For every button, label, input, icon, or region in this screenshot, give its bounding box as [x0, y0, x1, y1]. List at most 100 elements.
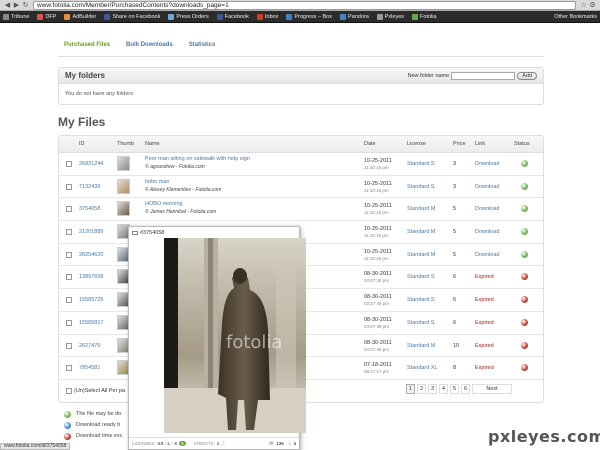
- file-license-link[interactable]: Standard S: [407, 161, 435, 167]
- file-license-link[interactable]: Standard S: [407, 184, 435, 190]
- download-link[interactable]: Download: [475, 229, 499, 235]
- file-license-link[interactable]: Standard M: [407, 229, 435, 235]
- bookmark-item[interactable]: Tribune: [3, 13, 29, 20]
- file-author: © agsandrew - Fotolia.com: [145, 164, 205, 170]
- reload-icon[interactable]: ↻: [21, 1, 30, 10]
- row-checkbox[interactable]: [66, 161, 72, 167]
- file-id-link[interactable]: 21201889: [79, 229, 103, 235]
- tab-bulk-downloads[interactable]: Bulk Downloads: [126, 42, 173, 48]
- url-input[interactable]: www.fotolia.com/Member/PurchasedContents…: [33, 0, 576, 10]
- next-page-button[interactable]: Next: [472, 383, 512, 394]
- bookmarks-bar: Tribune DFP AdBuilder Share on Facebook Pres…: [0, 11, 600, 23]
- other-bookmarks[interactable]: Other Bookmarks: [554, 14, 597, 20]
- new-folder-input[interactable]: [451, 71, 516, 80]
- bookmark-item[interactable]: DFP: [37, 13, 56, 20]
- file-id-link[interactable]: 26831244: [79, 161, 103, 167]
- file-id-link[interactable]: 3754058: [79, 206, 100, 212]
- download-link[interactable]: Download: [475, 252, 499, 258]
- row-checkbox[interactable]: [66, 365, 72, 372]
- address-bar: ◀ ▶ ↻ www.fotolia.com/Member/PurchasedCo…: [0, 0, 600, 11]
- file-name-link[interactable]: HOBO morning: [145, 201, 183, 207]
- select-all[interactable]: (Un)Select All Per pa: [66, 387, 126, 394]
- header-name[interactable]: Name: [145, 141, 160, 147]
- back-icon[interactable]: ◀: [3, 1, 12, 10]
- select-all-label: (Un)Select All Per pa: [74, 387, 126, 394]
- star-icon[interactable]: ☆: [579, 1, 588, 10]
- bookmark-item[interactable]: AdBuilder: [64, 13, 97, 20]
- file-name-link[interactable]: Poor man sitting on sidewalk with help s…: [145, 156, 250, 162]
- header-price[interactable]: Price: [453, 141, 466, 147]
- add-folder-button[interactable]: Add: [517, 71, 537, 80]
- file-license-link[interactable]: Standard S: [407, 297, 435, 303]
- download-icon: ⇩: [287, 440, 292, 446]
- bookmark-item[interactable]: Fotolia: [412, 13, 437, 20]
- file-id-link[interactable]: 13897608: [79, 274, 103, 280]
- tab-statistics[interactable]: Statistics: [189, 42, 216, 48]
- file-time: 11:10:16 pm: [364, 165, 389, 170]
- bookmark-item[interactable]: Progress – Box: [286, 13, 332, 20]
- row-checkbox[interactable]: [66, 251, 72, 258]
- row-checkbox[interactable]: [66, 183, 72, 190]
- page-3-button[interactable]: 3: [428, 383, 437, 394]
- file-price: 3: [453, 183, 457, 190]
- download-link[interactable]: Download: [475, 161, 499, 167]
- row-checkbox[interactable]: [66, 319, 72, 326]
- row-checkbox[interactable]: [66, 342, 72, 349]
- file-id-link[interactable]: 28254620: [79, 252, 103, 258]
- page-5-button[interactable]: 5: [450, 383, 459, 394]
- licenses-value: XS - L - X: [157, 441, 178, 446]
- file-id-link[interactable]: 15585817: [79, 320, 103, 326]
- page-1-button[interactable]: 1: [406, 383, 415, 394]
- header-license[interactable]: License: [407, 141, 426, 147]
- file-price: 5: [453, 251, 457, 258]
- file-name-link[interactable]: hobo man: [145, 179, 169, 185]
- download-link[interactable]: Download: [475, 184, 499, 190]
- select-all-checkbox[interactable]: [66, 387, 72, 394]
- file-license-link[interactable]: Standard M: [407, 343, 435, 349]
- status-dot: [521, 228, 528, 236]
- forward-icon[interactable]: ▶: [12, 1, 21, 10]
- help-icon[interactable]: ⓘ: [221, 441, 226, 447]
- file-id-link[interactable]: 7854581: [79, 365, 100, 371]
- file-license-link[interactable]: Standard XL: [407, 365, 438, 371]
- header-date[interactable]: Date: [364, 141, 376, 147]
- file-license-link[interactable]: Standard S: [407, 320, 435, 326]
- bookmark-item[interactable]: Press Orders: [168, 13, 209, 20]
- bookmark-item[interactable]: Share on Facebook: [104, 13, 160, 20]
- status-dot: [521, 205, 528, 213]
- my-files-title: My Files: [58, 115, 106, 129]
- tab-purchased-files[interactable]: Purchased Files: [64, 42, 110, 48]
- bookmark-item[interactable]: Inbox: [256, 13, 278, 20]
- bookmark-item[interactable]: Facebook: [216, 13, 249, 20]
- image-icon: [132, 231, 138, 235]
- bookmark-icon: [256, 13, 263, 20]
- bookmark-icon: [216, 13, 223, 20]
- file-license-link[interactable]: Standard M: [407, 206, 435, 212]
- credits-label: CREDITS:: [193, 441, 215, 446]
- file-license-link[interactable]: Standard S: [407, 274, 435, 280]
- bookmark-item[interactable]: Pxleyes: [376, 13, 404, 20]
- popup-watermark: fotolia: [226, 332, 282, 353]
- wrench-icon[interactable]: ⚙: [588, 1, 597, 10]
- page-6-button[interactable]: 6: [461, 383, 470, 394]
- download-link[interactable]: Download: [475, 206, 499, 212]
- file-license-link[interactable]: Standard M: [407, 252, 435, 258]
- file-date: 08-30-2011: [364, 316, 392, 323]
- page-2-button[interactable]: 2: [417, 383, 426, 394]
- row-checkbox[interactable]: [66, 297, 72, 304]
- file-date: 10-25-2011: [364, 158, 392, 164]
- bookmark-label: Press Orders: [176, 13, 209, 20]
- bookmark-item[interactable]: Pandora: [339, 13, 369, 20]
- page-4-button[interactable]: 4: [439, 383, 448, 394]
- file-thumbnail[interactable]: [117, 178, 130, 194]
- header-id[interactable]: ID: [79, 141, 85, 147]
- file-id-link[interactable]: 7132439: [79, 184, 100, 190]
- bookmark-label: AdBuilder: [72, 13, 97, 20]
- file-id-link[interactable]: 15585725: [79, 297, 103, 303]
- row-checkbox[interactable]: [66, 274, 72, 281]
- row-checkbox[interactable]: [66, 206, 72, 213]
- row-checkbox[interactable]: [66, 229, 72, 236]
- file-id-link[interactable]: 2627475: [79, 343, 100, 349]
- file-thumbnail[interactable]: [117, 156, 130, 171]
- file-thumbnail[interactable]: [117, 201, 130, 217]
